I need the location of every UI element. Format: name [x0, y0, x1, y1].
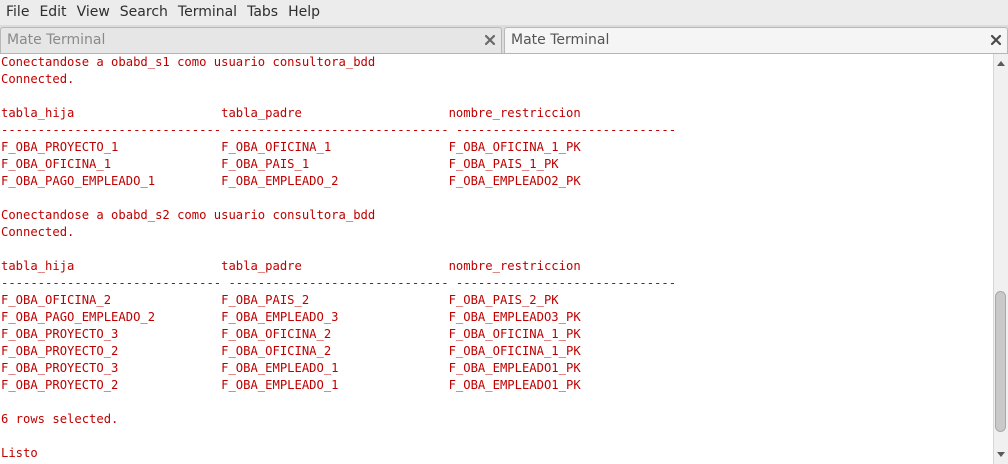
terminal-line: F_OBA_PROYECTO_1 F_OBA_OFICINA_1 F_OBA_O… [1, 140, 581, 154]
arrow-down-icon[interactable] [997, 452, 1005, 457]
tab-bar: Mate Terminal Mate Terminal [0, 25, 1008, 54]
terminal-line: F_OBA_PROYECTO_2 F_OBA_EMPLEADO_1 F_OBA_… [1, 378, 581, 392]
close-icon[interactable] [989, 33, 1003, 47]
terminal-line: tabla_hija tabla_padre nombre_restriccio… [1, 259, 581, 273]
terminal-line: Listo [1, 446, 38, 460]
terminal-window: File Edit View Search Terminal Tabs Help… [0, 0, 1008, 464]
menu-file[interactable]: File [0, 0, 34, 25]
tab-terminal-1[interactable]: Mate Terminal [0, 27, 502, 53]
menu-edit[interactable]: Edit [34, 0, 71, 25]
terminal-line: 6 rows selected. [1, 412, 119, 426]
menu-search[interactable]: Search [115, 0, 173, 25]
terminal-line: Conectandose a obabd_s2 como usuario con… [1, 208, 376, 222]
arrow-up-icon[interactable] [997, 61, 1005, 66]
terminal-line: ------------------------------ ---------… [1, 276, 677, 290]
tab-label: Mate Terminal [7, 32, 106, 48]
menubar: File Edit View Search Terminal Tabs Help [0, 0, 1008, 25]
terminal-line: F_OBA_PAGO_EMPLEADO_2 F_OBA_EMPLEADO_3 F… [1, 310, 581, 324]
terminal-line: F_OBA_OFICINA_2 F_OBA_PAIS_2 F_OBA_PAIS_… [1, 293, 559, 307]
tab-terminal-2[interactable]: Mate Terminal [504, 27, 1008, 53]
tab-label: Mate Terminal [511, 32, 610, 48]
terminal-line: Connected. [1, 72, 75, 86]
menu-help[interactable]: Help [283, 0, 325, 25]
scrollbar-thumb[interactable] [995, 291, 1006, 432]
terminal-line: F_OBA_PAGO_EMPLEADO_1 F_OBA_EMPLEADO_2 F… [1, 174, 581, 188]
menu-view[interactable]: View [72, 0, 115, 25]
menu-terminal[interactable]: Terminal [173, 0, 242, 25]
terminal-line: F_OBA_PROYECTO_3 F_OBA_OFICINA_2 F_OBA_O… [1, 327, 581, 341]
close-icon[interactable] [483, 33, 497, 47]
terminal-output[interactable]: Conectandose a obabd_s1 como usuario con… [0, 54, 993, 464]
terminal-line: F_OBA_PROYECTO_2 F_OBA_OFICINA_2 F_OBA_O… [1, 344, 581, 358]
menu-tabs[interactable]: Tabs [242, 0, 283, 25]
vertical-scrollbar[interactable] [993, 54, 1008, 464]
terminal-line: F_OBA_PROYECTO_3 F_OBA_EMPLEADO_1 F_OBA_… [1, 361, 581, 375]
terminal-line: F_OBA_OFICINA_1 F_OBA_PAIS_1 F_OBA_PAIS_… [1, 157, 559, 171]
terminal-line: ------------------------------ ---------… [1, 123, 677, 137]
terminal-line: tabla_hija tabla_padre nombre_restriccio… [1, 106, 581, 120]
terminal-line: Conectandose a obabd_s1 como usuario con… [1, 55, 376, 69]
terminal-line: Connected. [1, 225, 75, 239]
